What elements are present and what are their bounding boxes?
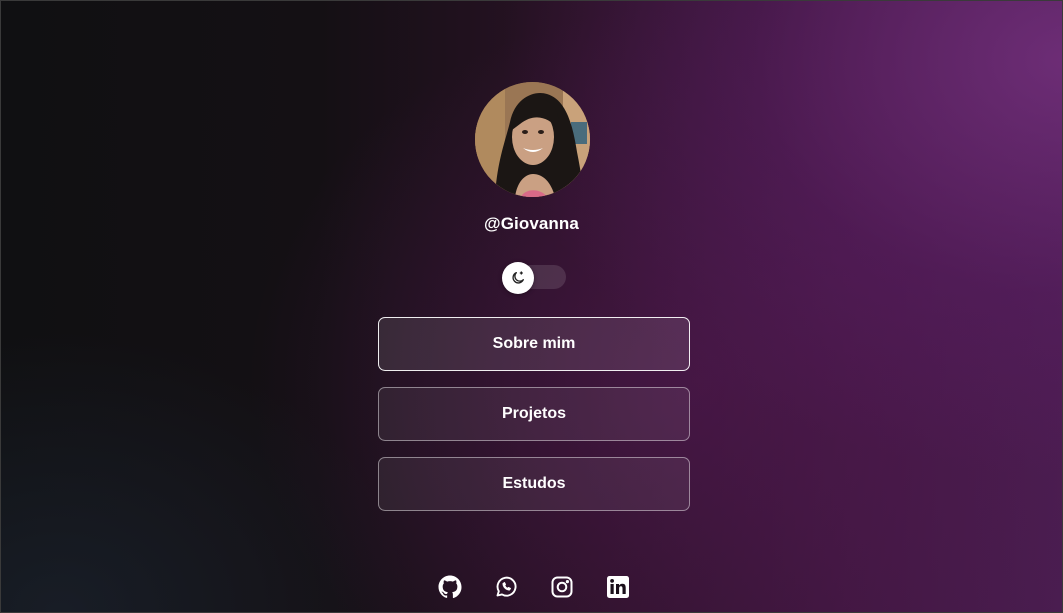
linkedin-icon xyxy=(607,576,629,598)
profile-avatar xyxy=(475,82,590,197)
estudos-button[interactable]: Estudos xyxy=(378,457,690,511)
linkedin-link[interactable] xyxy=(605,574,631,600)
instagram-link[interactable] xyxy=(549,574,575,600)
moon-icon xyxy=(512,271,524,284)
instagram-icon xyxy=(551,576,573,598)
sobre-mim-button[interactable]: Sobre mim xyxy=(378,317,690,371)
github-icon xyxy=(438,575,462,599)
username: @Giovanna xyxy=(484,214,579,233)
github-link[interactable] xyxy=(437,574,463,600)
toggle-knob[interactable] xyxy=(502,262,534,294)
projetos-button[interactable]: Projetos xyxy=(378,387,690,441)
whatsapp-link[interactable] xyxy=(493,574,519,600)
theme-toggle[interactable] xyxy=(502,262,566,294)
whatsapp-icon xyxy=(496,576,517,597)
linktree-page: @Giovanna Sobre mim Projetos Estudos xyxy=(1,1,1062,612)
social-links xyxy=(437,574,637,600)
